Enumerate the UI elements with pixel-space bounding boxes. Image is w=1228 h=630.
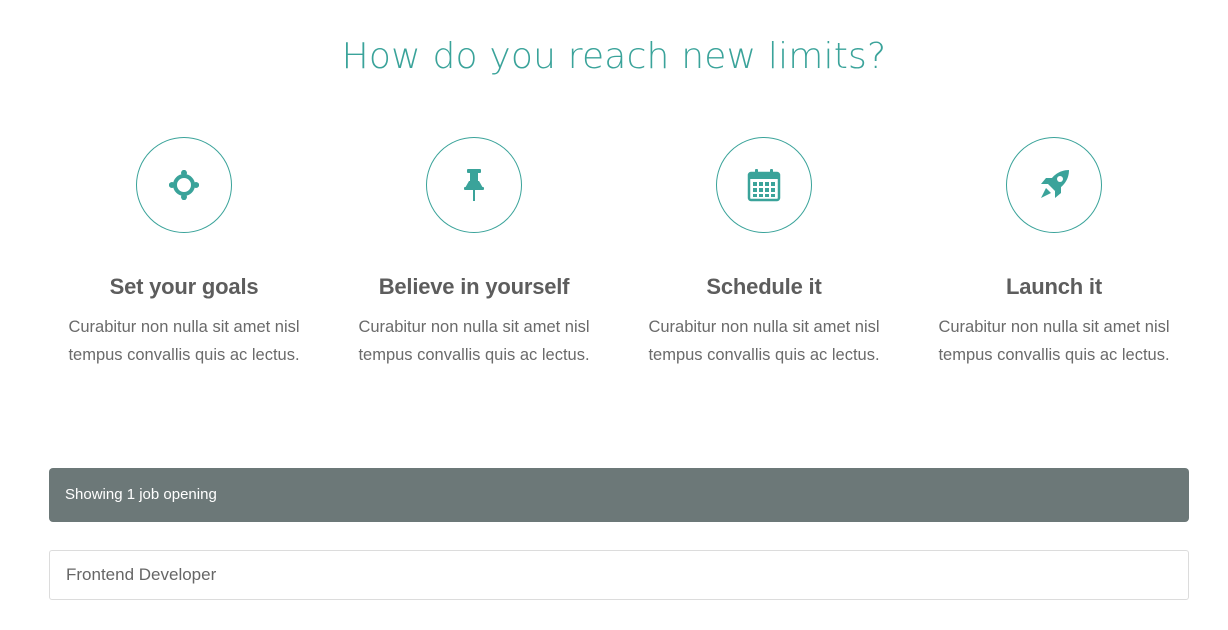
feature-title: Schedule it bbox=[706, 274, 822, 299]
feature-schedule: Schedule it Curabitur non nulla sit amet… bbox=[619, 137, 909, 369]
feature-believe: Believe in yourself Curabitur non nulla … bbox=[329, 137, 619, 369]
feature-text: Curabitur non nulla sit amet nisl tempus… bbox=[358, 318, 590, 364]
feature-launch: Launch it Curabitur non nulla sit amet n… bbox=[909, 137, 1199, 369]
rocket-icon bbox=[1041, 170, 1069, 198]
feature-icon-circle bbox=[1006, 137, 1102, 233]
feature-set-goals: Set your goals Curabitur non nulla sit a… bbox=[39, 137, 329, 369]
feature-text: Curabitur non nulla sit amet nisl tempus… bbox=[648, 318, 880, 364]
job-openings-summary-bar: Showing 1 job opening bbox=[49, 468, 1189, 522]
features-row: Set your goals Curabitur non nulla sit a… bbox=[39, 137, 1199, 369]
feature-title: Set your goals bbox=[109, 274, 259, 299]
feature-icon-circle bbox=[426, 137, 522, 233]
job-opening-item[interactable]: Frontend Developer bbox=[49, 550, 1189, 600]
crosshair-target-icon bbox=[169, 170, 199, 200]
feature-icon-circle bbox=[716, 137, 812, 233]
feature-text: Curabitur non nulla sit amet nisl tempus… bbox=[68, 318, 300, 364]
feature-icon-circle bbox=[136, 137, 232, 233]
section-headline: How do you reach new limits? bbox=[341, 36, 887, 77]
feature-title: Launch it bbox=[1006, 274, 1102, 299]
feature-text: Curabitur non nulla sit amet nisl tempus… bbox=[938, 318, 1170, 364]
pushpin-icon bbox=[464, 169, 484, 201]
page: How do you reach new limits? Set your go… bbox=[0, 0, 1228, 630]
feature-title: Believe in yourself bbox=[378, 274, 570, 299]
calendar-icon bbox=[747, 169, 781, 202]
